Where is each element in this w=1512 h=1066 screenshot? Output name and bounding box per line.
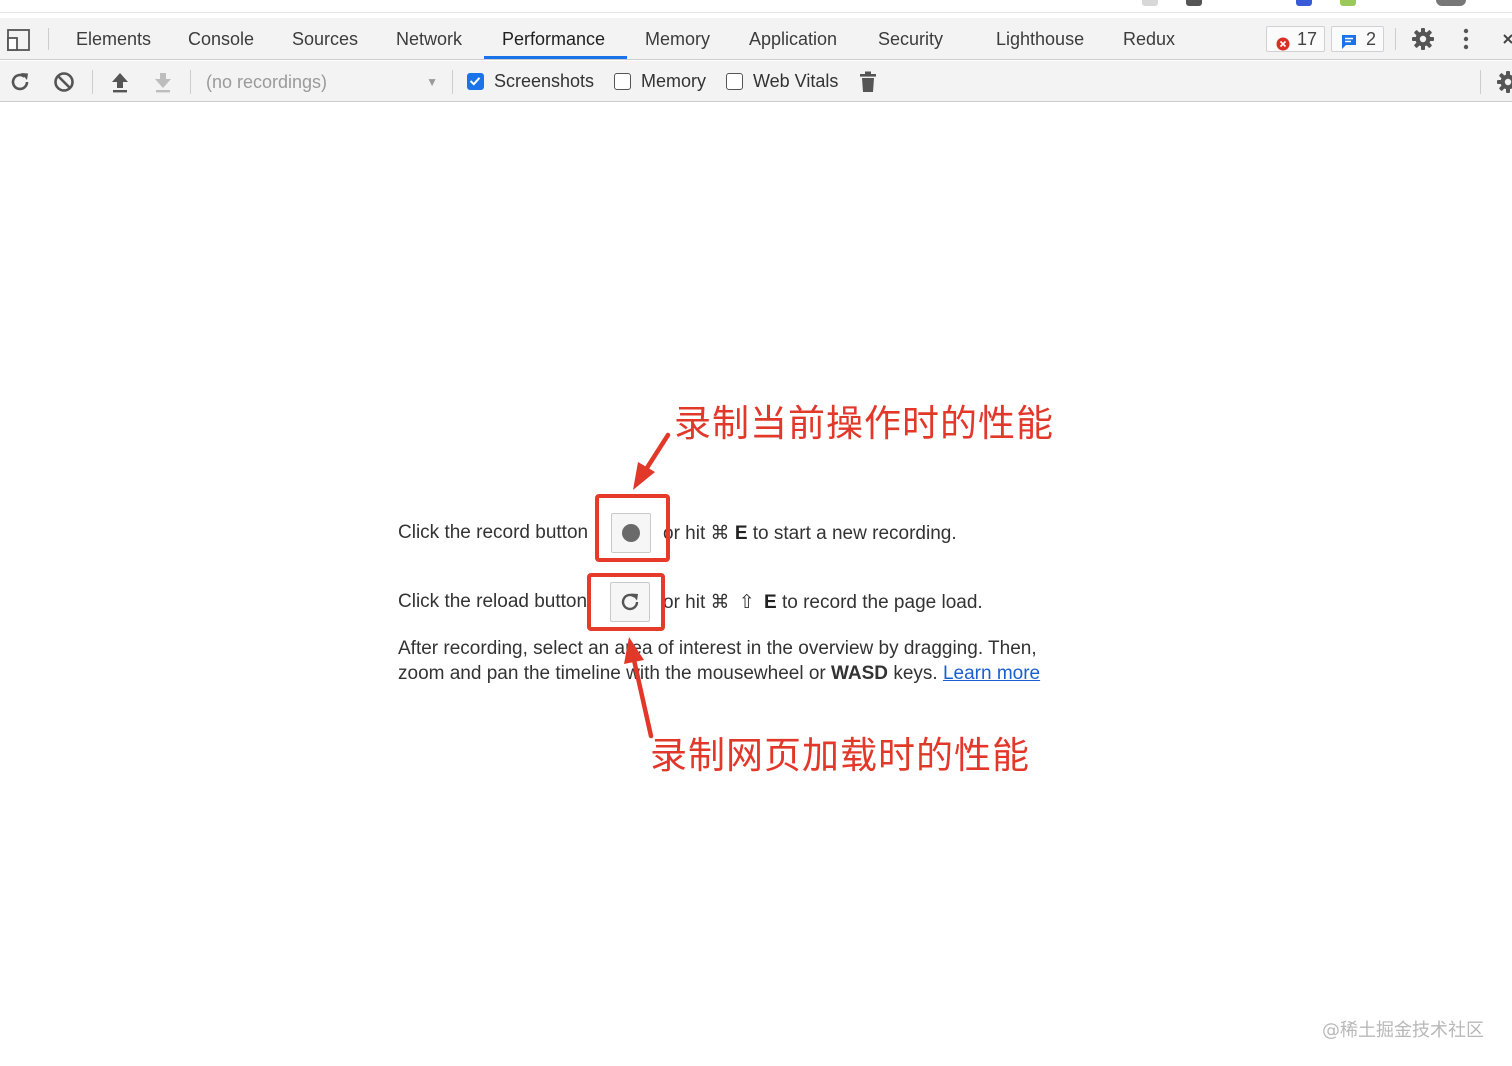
checkbox-unchecked[interactable] (614, 73, 631, 90)
divider (190, 70, 191, 94)
tab-network[interactable]: Network (396, 18, 462, 59)
web-vitals-checkbox[interactable]: Web Vitals (726, 71, 846, 94)
screenshots-label: Screenshots (494, 71, 595, 91)
more-icon[interactable] (1454, 27, 1478, 51)
reload-instruction-prefix: Click the reload button (398, 591, 588, 612)
screenshots-checkbox[interactable]: Screenshots (467, 71, 602, 94)
download-icon[interactable] (151, 70, 175, 94)
reload-icon[interactable] (8, 70, 32, 94)
record-instruction-prefix: Click the record button (398, 522, 589, 543)
browser-icon-peek (1142, 0, 1158, 6)
performance-toolbar: (no recordings) ▼ Screenshots Memory Web… (0, 61, 1512, 102)
reload-button-highlight (587, 573, 665, 631)
chevron-down-icon: ▼ (426, 75, 438, 89)
record-shortcut-text: or hit ⌘ E to start a new recording. (663, 522, 957, 545)
trash-icon[interactable] (857, 70, 881, 94)
memory-label: Memory (641, 71, 707, 91)
devtools-tab-bar: Elements Console Sources Network Perform… (0, 18, 1512, 60)
checkbox-checked[interactable] (467, 73, 484, 90)
record-shortcut-hint: or hit ⌘ (663, 523, 730, 544)
help-line-2-text: zoom and pan the timeline with the mouse… (398, 663, 826, 684)
browser-top-strip (0, 0, 1512, 13)
device-toggle-icon[interactable] (7, 27, 31, 51)
reload-shortcut-hint: or hit ⌘ (663, 592, 730, 613)
divider (48, 28, 49, 50)
close-icon[interactable] (1499, 28, 1512, 52)
upload-icon[interactable] (108, 70, 132, 94)
help-line-2: zoom and pan the timeline with the mouse… (398, 661, 1098, 686)
tab-security[interactable]: Security (878, 18, 943, 59)
tab-redux[interactable]: Redux (1123, 18, 1175, 59)
tab-console[interactable]: Console (188, 18, 254, 59)
recordings-select-value: (no recordings) (206, 72, 328, 92)
divider (452, 70, 453, 94)
reload-shortcut-text: or hit ⌘ ⇧ E to record the page load. (663, 591, 983, 614)
reload-annotation-label: 录制网页加载时的性能 (650, 734, 1030, 777)
divider (1395, 28, 1396, 50)
reload-shortcut-suffix: to record the page load. (781, 592, 983, 613)
record-shortcut-key: E (734, 523, 748, 544)
message-count: 2 (1366, 29, 1377, 49)
web-vitals-label: Web Vitals (753, 71, 839, 91)
tab-elements[interactable]: Elements (76, 18, 151, 59)
record-annotation-label: 录制当前操作时的性能 (674, 402, 1054, 445)
tab-application[interactable]: Application (749, 18, 837, 59)
shift-key-icon: ⇧ (738, 592, 755, 613)
tab-memory[interactable]: Memory (645, 18, 710, 59)
help-line-2-suffix: keys. (893, 663, 938, 684)
error-count: 17 (1297, 29, 1318, 49)
error-count-badge[interactable]: 17 (1266, 26, 1325, 52)
help-line-1: After recording, select an area of inter… (398, 638, 1037, 659)
browser-icon-peek (1186, 0, 1202, 6)
active-tab-indicator (484, 56, 627, 59)
tab-sources[interactable]: Sources (292, 18, 358, 59)
record-button-highlight (595, 494, 670, 562)
tab-performance[interactable]: Performance (502, 18, 605, 59)
clear-icon[interactable] (52, 70, 76, 94)
browser-icon-peek (1296, 0, 1312, 6)
reload-shortcut-key: E (764, 592, 777, 613)
tab-lighthouse[interactable]: Lighthouse (996, 18, 1084, 59)
gear-icon[interactable] (1411, 27, 1435, 51)
message-icon (1341, 32, 1357, 56)
recordings-select[interactable]: (no recordings) ▼ (206, 69, 442, 95)
avatar[interactable] (1436, 0, 1466, 6)
browser-icon-peek (1340, 0, 1356, 6)
record-arrow (633, 432, 671, 490)
watermark: @稀土掘金技术社区 (1322, 1020, 1484, 1041)
message-count-badge[interactable]: 2 (1331, 26, 1384, 52)
help-text: After recording, select an area of inter… (398, 636, 1098, 686)
checkbox-unchecked[interactable] (726, 73, 743, 90)
memory-checkbox[interactable]: Memory (614, 71, 714, 94)
error-icon (1276, 33, 1290, 57)
record-shortcut-suffix: to start a new recording. (752, 523, 957, 544)
divider (1480, 70, 1481, 94)
help-keys: WASD (831, 663, 889, 684)
divider (92, 70, 93, 94)
learn-more-link[interactable]: Learn more (943, 663, 1040, 684)
capture-settings-gear-icon[interactable] (1496, 70, 1512, 94)
